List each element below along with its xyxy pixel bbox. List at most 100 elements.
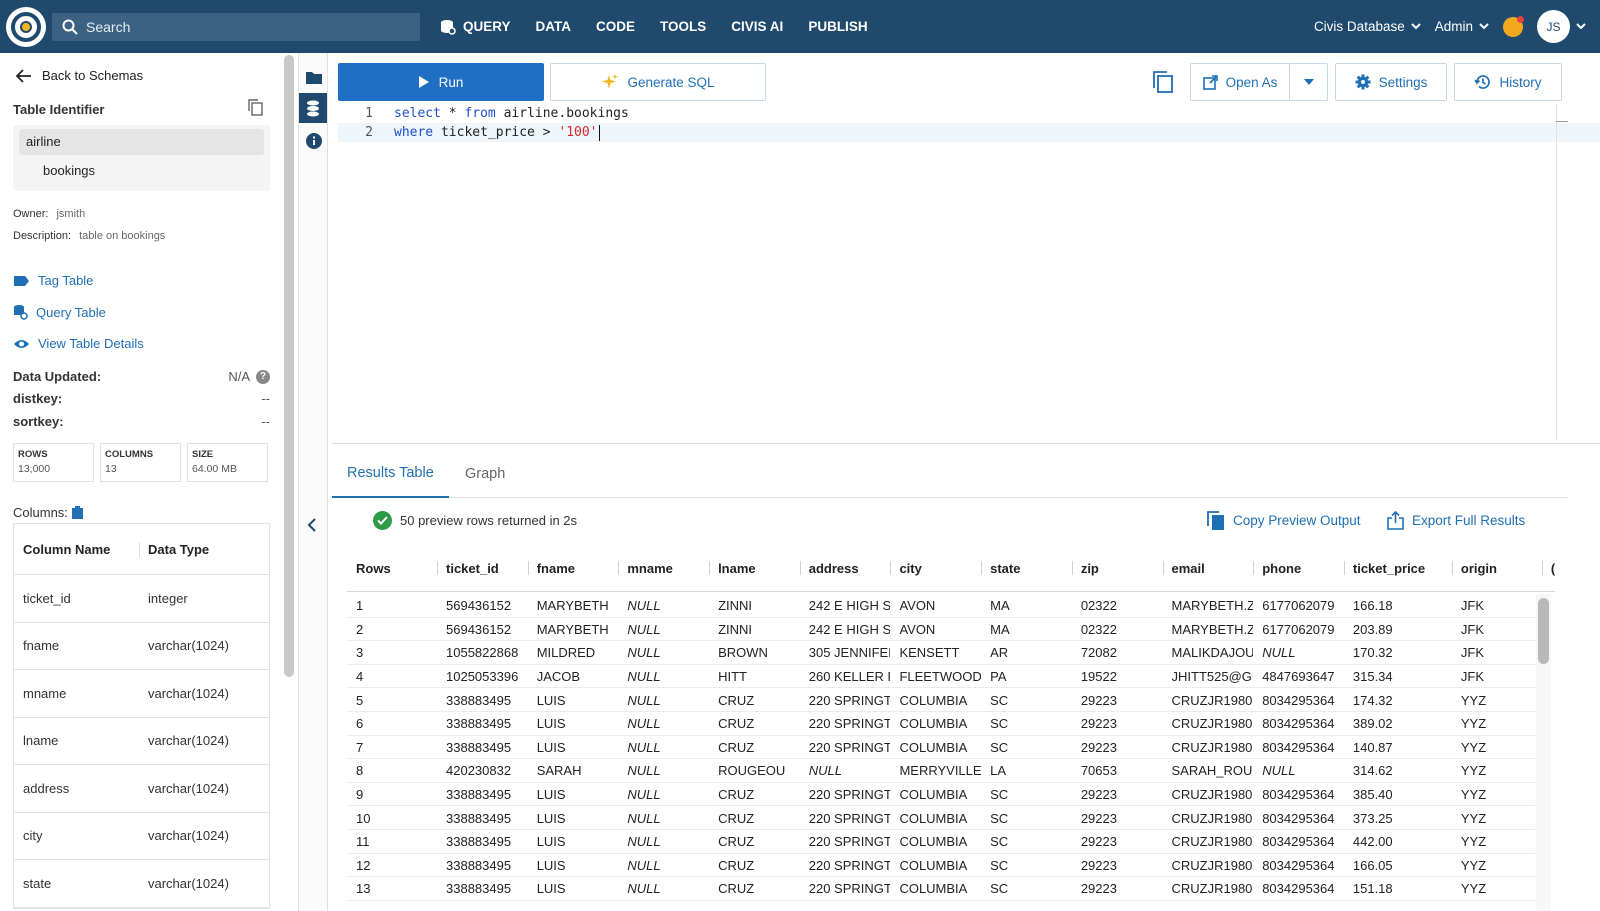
table-row[interactable]: 8 420230832 SARAH NULL ROUGEOU NULL MERRYVILLE… bbox=[347, 759, 1542, 783]
tab-graph[interactable]: Graph bbox=[450, 450, 520, 498]
table-cell: ZINNI bbox=[718, 598, 753, 614]
column-header[interactable]: origin bbox=[1451, 561, 1542, 576]
export-full-results-label: Export Full Results bbox=[1412, 513, 1526, 528]
column-type: varchar(1024) bbox=[148, 638, 229, 654]
data-type-header: Data Type bbox=[148, 541, 210, 557]
table-row[interactable]: 1 569436152 MARYBETH NULL ZINNI 242 E HIGH ST… bbox=[347, 594, 1542, 618]
editor-divider[interactable] bbox=[332, 443, 1600, 444]
history-label: History bbox=[1499, 74, 1542, 90]
database-icon[interactable] bbox=[299, 93, 327, 123]
column-header[interactable]: mname bbox=[618, 561, 709, 576]
left-panel-scrollbar[interactable] bbox=[284, 55, 294, 677]
table-cell: YYZ bbox=[1460, 716, 1487, 732]
results-scrollbar[interactable] bbox=[1538, 598, 1549, 664]
table-cell: 220 SPRINGTF bbox=[808, 716, 891, 732]
help-icon[interactable]: ? bbox=[256, 369, 270, 384]
table-cell: CRUZJR1980@ bbox=[1171, 857, 1254, 873]
table-cell: 4 bbox=[356, 669, 364, 685]
clipboard-icon[interactable] bbox=[71, 506, 83, 519]
menu-query[interactable]: QUERY bbox=[440, 19, 511, 35]
table-row[interactable]: 10 338883495 LUIS NULL CRUZ 220 SPRINGTF COLUM… bbox=[347, 806, 1542, 830]
table-row[interactable]: 9 338883495 LUIS NULL CRUZ 220 SPRINGTF COLUMB… bbox=[347, 783, 1542, 807]
query-table-link[interactable]: Query Table bbox=[13, 304, 106, 320]
table-cell: SC bbox=[990, 810, 1009, 826]
column-header[interactable]: ticket_id bbox=[437, 561, 528, 576]
menu-query-label: QUERY bbox=[463, 19, 511, 34]
column-header[interactable]: zip bbox=[1071, 561, 1163, 576]
column-header[interactable]: address bbox=[799, 561, 891, 576]
info-icon[interactable] bbox=[304, 131, 324, 151]
search-input[interactable]: Search bbox=[52, 13, 420, 41]
table-row[interactable]: 2 569436152 MARYBETH NULL ZINNI 242 E HIGH ST… bbox=[347, 618, 1542, 642]
history-icon bbox=[1474, 75, 1491, 89]
copy-icon[interactable] bbox=[248, 99, 263, 121]
copy-preview-output-button[interactable]: Copy Preview Output bbox=[1207, 511, 1361, 530]
line-number: 1 bbox=[365, 106, 373, 121]
table-cell: CRUZ bbox=[718, 810, 755, 826]
column-header[interactable]: ticket_price bbox=[1343, 561, 1452, 576]
table-row[interactable]: 7 338883495 LUIS NULL CRUZ 220 SPRINGTF COLUMB… bbox=[347, 736, 1542, 760]
history-button[interactable]: History bbox=[1454, 63, 1562, 101]
table-row[interactable]: 11 338883495 LUIS NULL CRUZ 220 SPRINGTF COLUM… bbox=[347, 830, 1542, 854]
export-full-results-button[interactable]: Export Full Results bbox=[1387, 511, 1525, 530]
table-cell: NULL bbox=[627, 810, 661, 826]
table-cell: 220 SPRINGTF bbox=[808, 857, 891, 873]
stat-size-value: 64.00 MB bbox=[192, 463, 237, 475]
table-row[interactable]: 13 338883495 LUIS NULL CRUZ 220 SPRINGTF COLUM… bbox=[347, 877, 1542, 901]
menu-publish[interactable]: PUBLISH bbox=[808, 19, 867, 34]
menu-tools[interactable]: TOOLS bbox=[660, 19, 706, 34]
table-cell: 02322 bbox=[1080, 621, 1117, 637]
stat-rows: ROWS 13,000 bbox=[13, 443, 94, 482]
open-as-button[interactable]: Open As bbox=[1190, 63, 1290, 101]
column-header[interactable]: ( bbox=[1541, 561, 1555, 576]
column-header[interactable]: lname bbox=[709, 561, 800, 576]
column-name: lname bbox=[23, 733, 59, 749]
column-type: varchar(1024) bbox=[148, 828, 229, 844]
tag-table-link[interactable]: Tag Table bbox=[13, 273, 93, 288]
view-table-details-link[interactable]: View Table Details bbox=[13, 336, 144, 351]
table-identifier-label: Table Identifier bbox=[13, 102, 105, 117]
table-cell: JACOB bbox=[536, 669, 581, 685]
column-header[interactable]: phone bbox=[1253, 561, 1344, 576]
database-selector[interactable]: Civis Database bbox=[1314, 19, 1421, 34]
table-cell: 338883495 bbox=[446, 834, 512, 850]
user-menu[interactable]: JS bbox=[1537, 10, 1586, 43]
table-cell: SC bbox=[990, 692, 1009, 708]
column-header[interactable]: email bbox=[1162, 561, 1254, 576]
civis-logo[interactable] bbox=[6, 6, 46, 47]
column-header[interactable]: fname bbox=[527, 561, 619, 576]
column-type: integer bbox=[148, 590, 188, 606]
menu-code[interactable]: CODE bbox=[596, 19, 635, 34]
table-cell: YYZ bbox=[1460, 881, 1487, 897]
table-row[interactable]: 12 338883495 LUIS NULL CRUZ 220 SPRINGTF COLUM… bbox=[347, 854, 1542, 878]
results-status: 50 preview rows returned in 2s bbox=[373, 511, 577, 530]
admin-menu[interactable]: Admin bbox=[1435, 19, 1489, 34]
table-row[interactable]: 5 338883495 LUIS NULL CRUZ 220 SPRINGTF COLUMB… bbox=[347, 688, 1542, 712]
table-cell: COLUMBIA bbox=[899, 787, 968, 803]
table-cell: 4847693647 bbox=[1262, 669, 1335, 685]
column-header[interactable]: state bbox=[981, 561, 1072, 576]
generate-sql-button[interactable]: Generate SQL bbox=[550, 63, 766, 101]
table-cell: PA bbox=[990, 669, 1007, 685]
open-as-dropdown-button[interactable] bbox=[1289, 63, 1328, 101]
back-to-schemas-link[interactable]: Back to Schemas bbox=[16, 68, 143, 83]
table-cell: SC bbox=[990, 881, 1009, 897]
folder-icon[interactable] bbox=[304, 67, 324, 87]
collapse-panel-chevron-icon[interactable] bbox=[307, 518, 317, 537]
notification-bell-icon[interactable] bbox=[1503, 15, 1524, 37]
copy-query-icon[interactable] bbox=[1152, 70, 1174, 99]
column-header[interactable]: Rows bbox=[347, 561, 437, 576]
tab-results-table[interactable]: Results Table bbox=[332, 450, 449, 498]
table-row[interactable]: 4 1025053396 JACOB NULL HITT 260 KELLER RI FLE… bbox=[347, 665, 1542, 689]
table-row[interactable]: 6 338883495 LUIS NULL CRUZ 220 SPRINGTF COLUMB… bbox=[347, 712, 1542, 736]
table-row[interactable]: 3 1055822868 MILDRED NULL BROWN 305 JENNIFER K… bbox=[347, 641, 1542, 665]
table-cell: 29223 bbox=[1080, 739, 1117, 755]
settings-button[interactable]: Settings bbox=[1335, 63, 1447, 101]
copy-preview-output-label: Copy Preview Output bbox=[1233, 513, 1361, 528]
sql-editor[interactable]: 1 select * from airline.bookings 2 where… bbox=[338, 104, 1600, 444]
menu-data[interactable]: DATA bbox=[536, 19, 572, 34]
menu-civis-ai[interactable]: CIVIS AI bbox=[731, 19, 783, 34]
run-button[interactable]: Run bbox=[338, 63, 544, 101]
generate-sql-label: Generate SQL bbox=[627, 74, 715, 90]
column-header[interactable]: city bbox=[890, 561, 981, 576]
